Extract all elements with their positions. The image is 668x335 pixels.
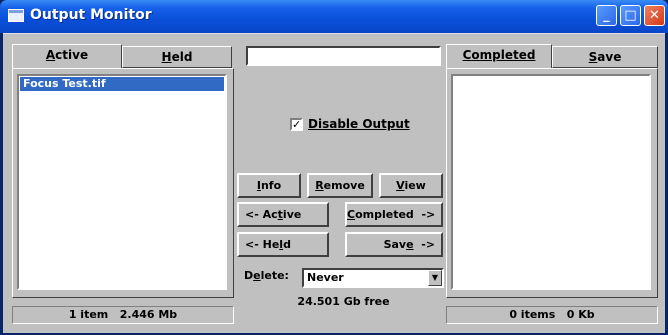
move-to-save-accel: e	[406, 238, 414, 251]
remove-accel: R	[315, 179, 324, 192]
delete-label: Delete:	[244, 269, 289, 282]
close-button[interactable]: ✕	[644, 5, 665, 26]
right-status-bar: 0 items 0 Kb	[446, 306, 658, 324]
disable-output-accel: D	[308, 117, 318, 131]
info-label: nfo	[260, 179, 282, 192]
move-to-save-pre: Sav	[383, 238, 407, 251]
tab-save[interactable]: Save	[552, 46, 658, 68]
delete-label-rest: lete:	[260, 269, 289, 282]
left-status-bar: 1 item 2.446 Mb	[12, 306, 234, 324]
free-space-label: 24.501 Gb free	[297, 295, 390, 308]
active-list[interactable]: Focus Test.tif	[17, 74, 227, 290]
tab-active-label: ctive	[55, 48, 89, 62]
view-label: iew	[404, 179, 426, 192]
view-button[interactable]: View	[379, 173, 443, 198]
tab-held-label: eld	[171, 50, 193, 64]
tab-save-accel: S	[588, 50, 598, 64]
right-tab-body	[446, 68, 658, 298]
client-area: Active Held Focus Test.tif 1 item 2.446 …	[3, 33, 665, 333]
left-tab-body: Focus Test.tif	[12, 68, 234, 298]
move-to-held-button[interactable]: <- Held	[237, 232, 329, 257]
disable-output-label[interactable]: Disable Output	[308, 117, 410, 131]
delete-select-value: Never	[307, 271, 344, 284]
move-to-completed-rest: ompleted ->	[355, 208, 436, 221]
completed-list[interactable]	[451, 74, 651, 290]
maximize-button[interactable]: □	[620, 5, 641, 26]
output-path-field[interactable]	[246, 46, 441, 66]
move-to-save-button[interactable]: Save ->	[345, 232, 443, 257]
output-monitor-window: Output Monitor _ □ ✕ Active Held Focus T…	[0, 0, 668, 335]
title-bar[interactable]: Output Monitor _ □ ✕	[0, 0, 668, 33]
move-to-completed-button[interactable]: Completed ->	[345, 202, 443, 227]
remove-button[interactable]: Remove	[307, 173, 373, 198]
chevron-down-icon[interactable]: ▼	[428, 270, 442, 286]
delete-label-accel: e	[253, 269, 261, 282]
tab-held[interactable]: Held	[122, 46, 232, 68]
window-title: Output Monitor	[30, 7, 152, 23]
delete-select[interactable]: Never ▼	[302, 268, 444, 288]
move-to-save-rest: ->	[413, 238, 435, 251]
tab-active[interactable]: Active	[12, 44, 122, 68]
tab-completed[interactable]: Completed	[446, 44, 552, 68]
minimize-button[interactable]: _	[596, 5, 617, 26]
tab-save-label: ave	[597, 50, 622, 64]
remove-label: emove	[323, 179, 365, 192]
delete-label-pre: D	[244, 269, 254, 282]
disable-output-text: isable Output	[317, 117, 410, 131]
move-to-active-pre: <- Ac	[245, 208, 278, 221]
tab-completed-label: ompleted	[471, 48, 536, 62]
move-to-active-button[interactable]: <- Active	[237, 202, 329, 227]
list-item[interactable]: Focus Test.tif	[20, 77, 224, 91]
tab-active-accel: A	[45, 48, 56, 62]
move-to-held-pre: <- He	[245, 238, 280, 251]
move-to-completed-accel: C	[347, 208, 356, 221]
disable-output-checkbox[interactable]: ✓	[290, 118, 303, 131]
tab-held-accel: H	[161, 50, 172, 64]
info-button[interactable]: Info	[237, 173, 301, 198]
move-to-active-rest: ive	[282, 208, 302, 221]
window-icon	[8, 9, 24, 22]
move-to-held-rest: d	[283, 238, 291, 251]
